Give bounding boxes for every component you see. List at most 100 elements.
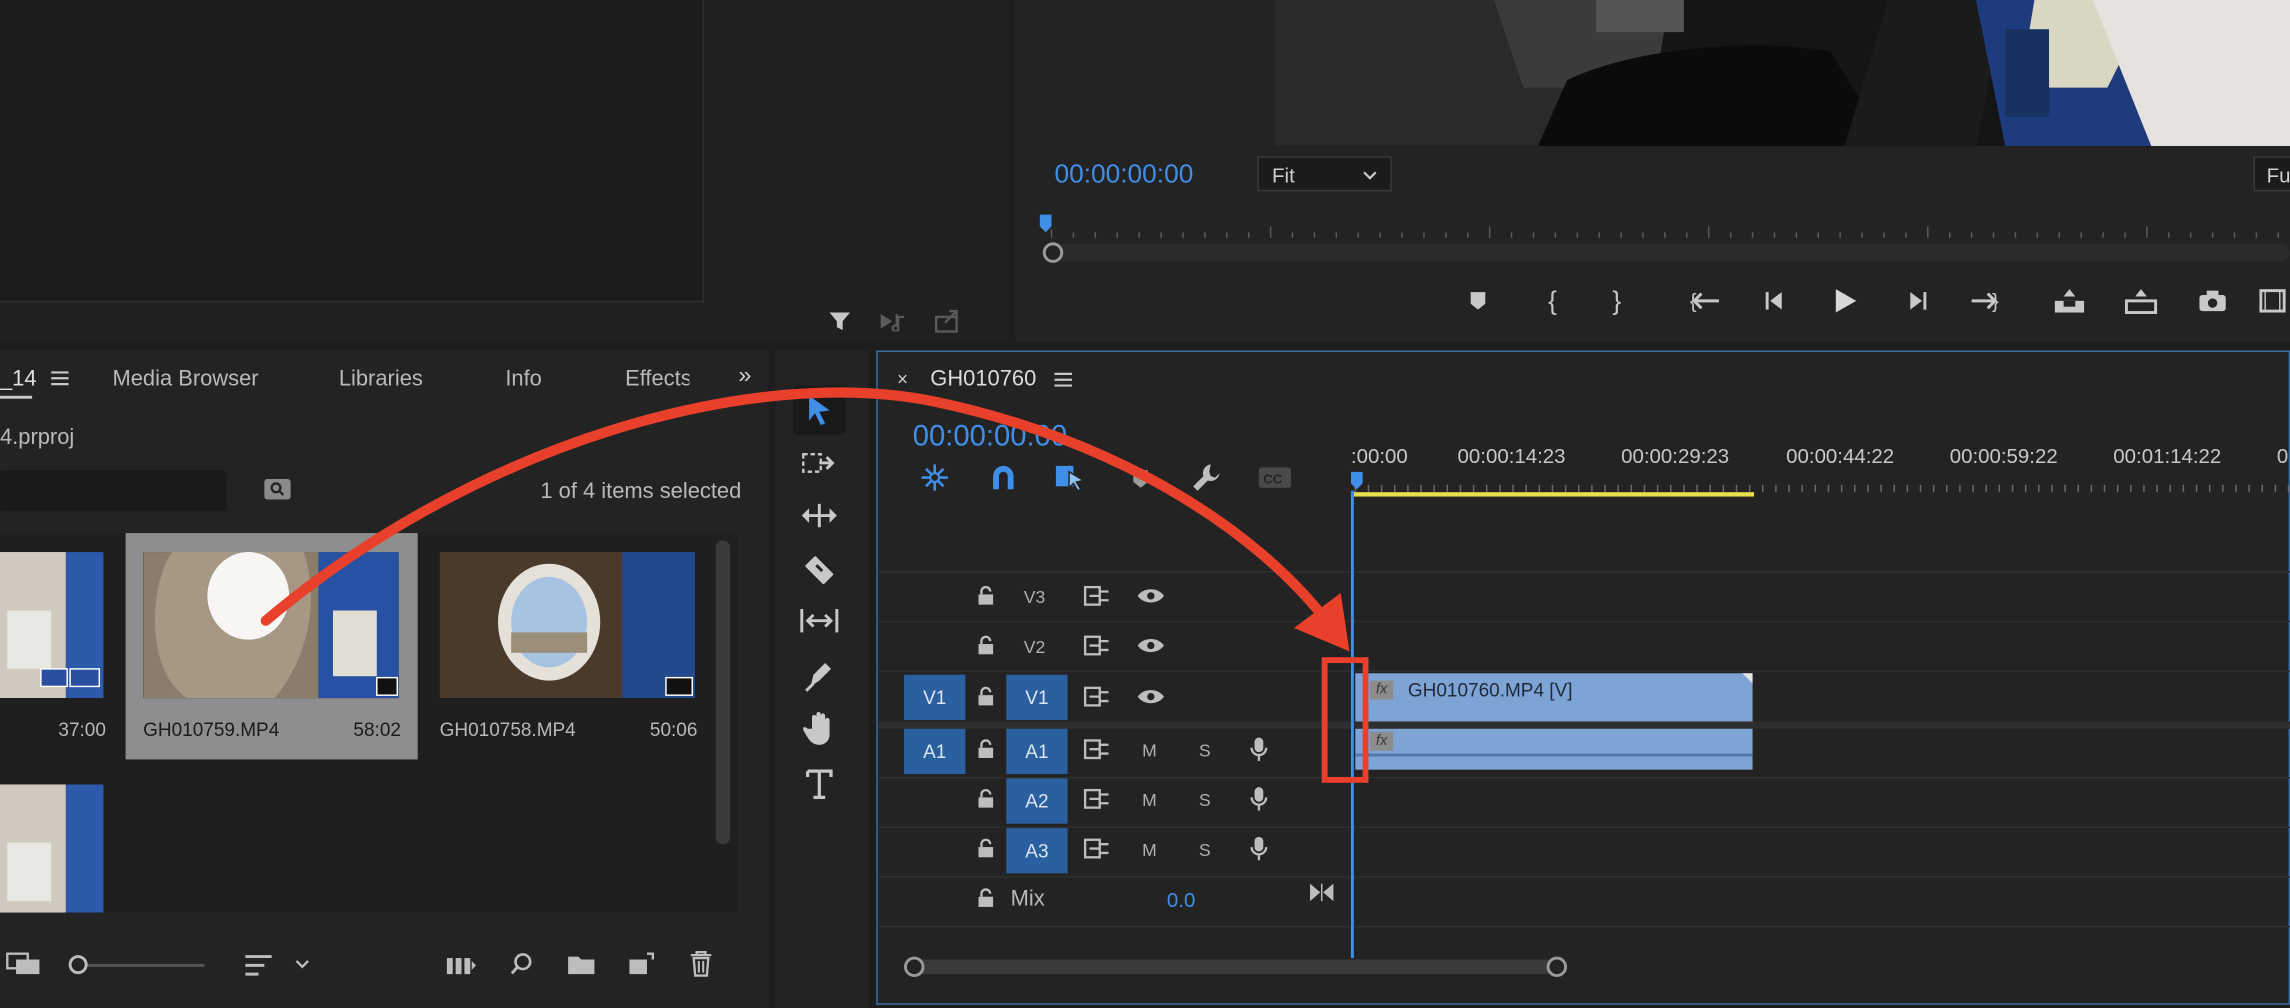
hamburger-menu-icon[interactable] [1052,368,1075,391]
step-forward-icon[interactable] [1900,285,1932,317]
sync-lock-icon[interactable] [1082,786,1111,812]
trash-icon[interactable] [685,949,717,978]
tab-info[interactable]: Info [505,368,542,390]
lock-icon[interactable] [974,835,997,861]
track-label-v2[interactable]: V2 [1024,637,1045,657]
eye-icon[interactable] [1135,583,1167,609]
view-toggle-icon[interactable] [4,949,42,978]
eye-icon[interactable] [1135,632,1167,658]
clip-thumbnail[interactable] [0,784,104,913]
tab-project[interactable]: _14 [0,368,37,390]
solo-button[interactable]: S [1199,790,1211,810]
play-icon[interactable] [1827,282,1865,320]
sync-lock-icon[interactable] [1082,835,1111,861]
tab-effects[interactable]: Effects [625,368,689,390]
timeline-zoom-handle-right[interactable] [1546,956,1568,978]
sequence-tab[interactable]: GH010760 [930,368,1036,390]
mute-button[interactable]: M [1142,790,1157,810]
captions-icon[interactable]: CC [1255,462,1296,494]
list-item-selected[interactable]: GH010759.MP4 58:02 [125,533,418,760]
work-area-bar[interactable] [1353,492,1755,497]
razor-tool-icon[interactable] [796,546,843,590]
video-clip[interactable]: fx GH010760.MP4 [V] [1355,673,1753,722]
search-icon[interactable] [505,949,537,978]
program-zoom-bar[interactable] [1044,243,2290,262]
source-patch-a1[interactable]: A1 [904,728,966,775]
add-marker-icon[interactable] [1462,285,1494,317]
program-timecode[interactable]: 00:00:00:00 [1054,161,1193,187]
hand-tool-icon[interactable] [796,707,843,751]
lock-icon[interactable] [974,786,997,812]
add-marker-icon[interactable] [1125,464,1157,493]
automate-icon[interactable] [444,951,479,980]
project-scrollbar[interactable] [715,540,731,845]
go-to-in-icon[interactable]: { [1685,285,1726,317]
wrench-icon[interactable] [1189,462,1224,494]
close-icon[interactable]: × [892,367,912,389]
lock-icon[interactable] [974,736,997,762]
list-item[interactable]: 37:00 [0,533,117,759]
fit-dropdown[interactable]: Fit [1257,156,1392,192]
microphone-icon[interactable] [1246,832,1272,864]
lift-icon[interactable] [2049,285,2090,317]
track-target-a2[interactable]: A2 [1006,778,1068,824]
source-patch-v1[interactable]: V1 [904,674,966,721]
timeline-zoom-bar[interactable] [912,959,1562,975]
sync-lock-icon[interactable] [1082,632,1111,658]
step-back-icon[interactable] [1760,285,1792,317]
timeline-zoom-handle-left[interactable] [904,956,925,978]
nest-icon[interactable] [916,462,954,494]
audio-clip[interactable]: fx [1355,728,1753,770]
solo-button[interactable]: S [1199,740,1211,760]
pen-tool-icon[interactable] [796,654,843,698]
full-dropdown[interactable]: Fu [2253,156,2290,192]
track-target-a1[interactable]: A1 [1006,728,1068,775]
mix-transition-icon[interactable] [1307,879,1336,905]
mark-in-icon[interactable]: { [1536,285,1568,317]
eye-icon[interactable] [1135,683,1167,709]
timeline-timecode[interactable]: 00:00:00:00 [913,422,1067,451]
lock-icon[interactable] [974,683,997,709]
insert-audio-icon[interactable] [876,307,911,336]
type-tool-icon[interactable] [796,762,843,806]
chevron-down-icon[interactable] [292,954,312,974]
camera-icon[interactable] [2195,285,2230,317]
track-target-a3[interactable]: A3 [1006,828,1068,874]
new-bin-icon[interactable] [564,949,599,978]
program-time-ruler[interactable] [1037,212,2290,241]
mute-button[interactable]: M [1142,740,1157,760]
go-to-out-icon[interactable]: } [1964,285,2005,317]
hamburger-menu-icon[interactable] [48,367,71,390]
project-search-input[interactable] [0,470,227,512]
ripple-edit-tool-icon[interactable] [796,494,843,538]
sync-lock-icon[interactable] [1082,683,1111,709]
more-tabs-icon[interactable]: » [730,364,759,390]
mark-out-icon[interactable]: } [1601,285,1633,317]
track-target-v1[interactable]: V1 [1006,674,1068,721]
mix-value[interactable]: 0.0 [1167,889,1195,909]
tab-media-browser[interactable]: Media Browser [112,368,258,390]
list-item[interactable]: GH010758.MP4 50:06 [426,533,711,759]
solo-button[interactable]: S [1199,840,1211,860]
find-icon[interactable] [261,475,293,504]
settings-icon[interactable] [2256,285,2290,317]
sort-icon[interactable] [241,951,276,980]
zoom-slider-handle[interactable] [68,955,88,975]
linked-selection-icon[interactable] [1052,462,1090,494]
lock-icon[interactable] [974,583,997,609]
program-zoom-handle[interactable] [1042,242,1064,263]
extract-icon[interactable] [2121,285,2162,317]
snap-icon[interactable] [984,462,1022,494]
microphone-icon[interactable] [1246,733,1272,765]
lock-icon[interactable] [974,632,997,658]
sync-lock-icon[interactable] [1082,583,1111,609]
export-icon[interactable] [932,307,964,336]
microphone-icon[interactable] [1246,783,1272,815]
lock-icon[interactable] [974,885,997,911]
filter-icon[interactable] [825,307,854,336]
playhead-line[interactable] [1350,490,1354,959]
track-select-tool-icon[interactable] [796,441,843,485]
slip-tool-icon[interactable] [796,599,843,643]
zoom-slider-track[interactable] [75,963,205,967]
sync-lock-icon[interactable] [1082,736,1111,762]
